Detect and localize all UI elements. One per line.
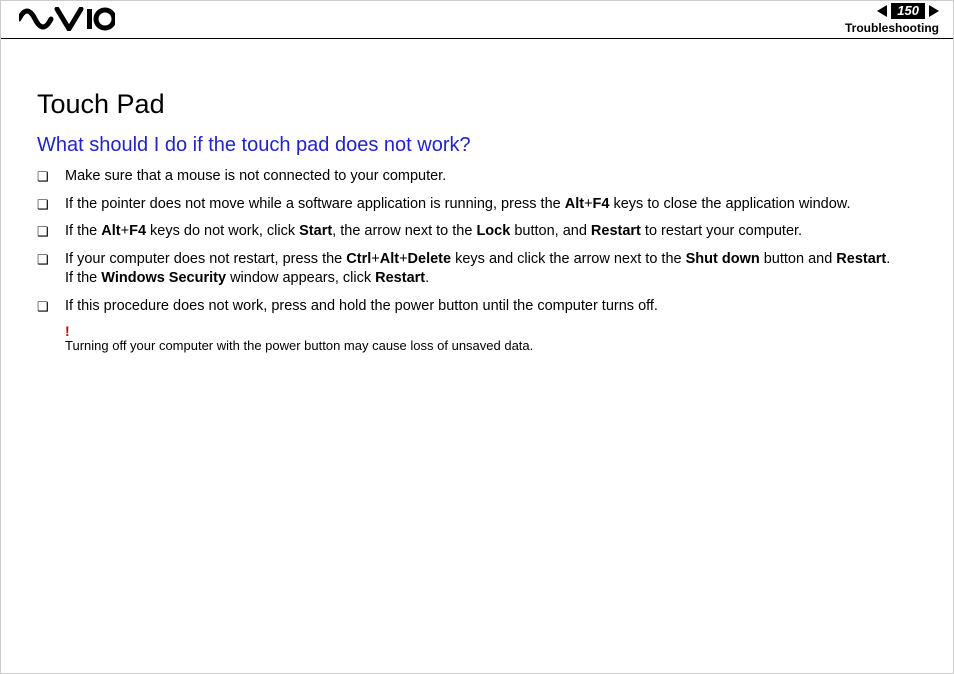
list-item: ❑If the pointer does not move while a so… [37, 195, 917, 215]
bullet-marker-icon: ❑ [37, 195, 65, 215]
list-item: ❑Make sure that a mouse is not connected… [37, 167, 917, 187]
list-item: ❑If your computer does not restart, pres… [37, 250, 917, 289]
bullet-marker-icon: ❑ [37, 297, 65, 317]
bullet-marker-icon: ❑ [37, 250, 65, 270]
warning-text: Turning off your computer with the power… [65, 338, 917, 355]
bullet-list: ❑Make sure that a mouse is not connected… [37, 167, 917, 316]
question-heading: What should I do if the touch pad does n… [37, 134, 917, 157]
section-name: Troubleshooting [845, 21, 939, 35]
list-item-text: If this procedure does not work, press a… [65, 297, 917, 317]
list-item-text: If the pointer does not move while a sof… [65, 195, 917, 215]
page-nav: 150 Troubleshooting [845, 3, 939, 35]
page-header: 150 Troubleshooting [1, 1, 953, 39]
list-item: ❑If this procedure does not work, press … [37, 297, 917, 317]
page-number: 150 [891, 3, 925, 19]
vaio-logo [19, 7, 115, 36]
list-item: ❑If the Alt+F4 keys do not work, click S… [37, 222, 917, 242]
page-content: Touch Pad What should I do if the touch … [1, 39, 953, 355]
warning-icon: ! [65, 324, 917, 338]
warning-block: ! Turning off your computer with the pow… [65, 324, 917, 355]
list-item-text: If the Alt+F4 keys do not work, click St… [65, 222, 917, 242]
list-item-text: If your computer does not restart, press… [65, 250, 917, 289]
prev-page-arrow-icon[interactable] [877, 5, 887, 17]
bullet-marker-icon: ❑ [37, 222, 65, 242]
next-page-arrow-icon[interactable] [929, 5, 939, 17]
bullet-marker-icon: ❑ [37, 167, 65, 187]
page-title: Touch Pad [37, 89, 917, 120]
list-item-text: Make sure that a mouse is not connected … [65, 167, 917, 187]
